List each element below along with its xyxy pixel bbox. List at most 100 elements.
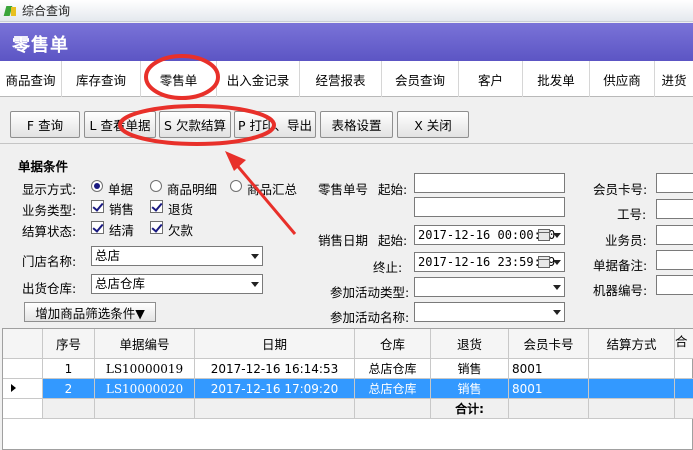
row-indicator bbox=[3, 399, 43, 419]
app-window: 综合查询 零售单 商品查询 库存查询 零售单 出入金记录 经营报表 会员查询 客… bbox=[0, 0, 693, 450]
page-header: 零售单 bbox=[0, 23, 693, 61]
cell-return: 销售 bbox=[431, 379, 509, 399]
current-row-icon bbox=[11, 384, 16, 392]
warehouse-value: 总店仓库 bbox=[95, 276, 146, 291]
chevron-down-icon[interactable] bbox=[553, 233, 561, 238]
doc-no-end-input[interactable] bbox=[414, 197, 565, 217]
tab-retail-order[interactable]: 零售单 bbox=[141, 61, 217, 97]
cell-doc-no: LS10000019 bbox=[95, 359, 195, 379]
close-button[interactable]: X 关闭 bbox=[397, 111, 469, 138]
tab-purchase[interactable]: 进货 bbox=[655, 61, 693, 97]
chevron-down-icon bbox=[251, 254, 259, 259]
cell-seq: 1 bbox=[43, 359, 95, 379]
activity-type-select[interactable] bbox=[414, 277, 565, 297]
col-header-warehouse[interactable]: 仓库 bbox=[355, 329, 431, 359]
store-select[interactable]: 总店 bbox=[91, 246, 263, 266]
calendar-icon[interactable] bbox=[538, 256, 550, 268]
store-label: 门店名称: bbox=[22, 254, 77, 269]
machine-no-input[interactable] bbox=[656, 275, 693, 295]
cell-settle-method bbox=[589, 379, 675, 399]
section-title: 单据条件 bbox=[18, 159, 69, 174]
conditions-panel: 单据条件 显示方式: 单据 商品明细 商品汇总 业务类型: 销售 退货 结算状态… bbox=[0, 145, 693, 325]
total-cell bbox=[675, 399, 693, 419]
col-header-member-card[interactable]: 会员卡号 bbox=[509, 329, 589, 359]
activity-name-select[interactable] bbox=[414, 302, 565, 322]
doc-remark-input[interactable] bbox=[656, 250, 693, 270]
radio-product-detail[interactable] bbox=[150, 180, 162, 192]
col-header-doc-no[interactable]: 单据编号 bbox=[95, 329, 195, 359]
col-header-seq[interactable]: 序号 bbox=[43, 329, 95, 359]
total-cell bbox=[95, 399, 195, 419]
total-cell bbox=[509, 399, 589, 419]
view-document-button[interactable]: L 查看单据 bbox=[84, 111, 156, 138]
checkbox-debt-label: 欠款 bbox=[168, 223, 194, 238]
checkbox-settled[interactable] bbox=[91, 221, 104, 234]
app-logo-icon bbox=[4, 4, 18, 18]
cell-member-card: 8001 bbox=[509, 359, 589, 379]
grid-header-row: 序号 单据编号 日期 仓库 退货 会员卡号 结算方式 合 bbox=[3, 329, 693, 359]
total-cell bbox=[589, 399, 675, 419]
table-row[interactable]: 1 LS10000019 2017-12-16 16:14:53 总店仓库 销售… bbox=[3, 359, 693, 379]
checkbox-sales-label: 销售 bbox=[109, 202, 135, 217]
radio-product-summary[interactable] bbox=[230, 180, 242, 192]
doc-no-start-input[interactable] bbox=[414, 173, 565, 193]
col-header-settle-method[interactable]: 结算方式 bbox=[589, 329, 675, 359]
toolbar: F 查询 L 查看单据 S 欠款结算 P 打印、导出 表格设置 X 关闭 bbox=[0, 108, 693, 144]
tab-customer[interactable]: 客户 bbox=[459, 61, 523, 97]
col-header-date[interactable]: 日期 bbox=[195, 329, 355, 359]
cell-warehouse: 总店仓库 bbox=[355, 379, 431, 399]
row-indicator[interactable] bbox=[3, 359, 43, 379]
sale-date-end-input[interactable]: 2017-12-16 23:59:59 bbox=[414, 252, 565, 272]
radio-document[interactable] bbox=[91, 180, 103, 192]
chevron-down-icon bbox=[553, 285, 561, 290]
col-header-return[interactable]: 退货 bbox=[431, 329, 509, 359]
member-card-input[interactable] bbox=[656, 173, 693, 193]
calendar-icon[interactable] bbox=[538, 229, 550, 241]
tab-cash-records[interactable]: 出入金记录 bbox=[217, 61, 300, 97]
col-header-partial[interactable]: 合 bbox=[675, 329, 693, 359]
member-card-label: 会员卡号: bbox=[593, 182, 648, 197]
staff-no-input[interactable] bbox=[656, 199, 693, 219]
activity-name-label: 参加活动名称: bbox=[330, 310, 410, 325]
checkbox-debt[interactable] bbox=[150, 221, 163, 234]
tab-business-report[interactable]: 经营报表 bbox=[300, 61, 382, 97]
tab-supplier[interactable]: 供应商 bbox=[590, 61, 655, 97]
cell-date: 2017-12-16 17:09:20 bbox=[195, 379, 355, 399]
radio-product-summary-label: 商品汇总 bbox=[247, 182, 298, 197]
query-button[interactable]: F 查询 bbox=[10, 111, 80, 138]
salesman-input[interactable] bbox=[656, 225, 693, 245]
settle-debt-button[interactable]: S 欠款结算 bbox=[159, 111, 231, 138]
add-product-filter-button[interactable]: 增加商品筛选条件▼ bbox=[24, 302, 156, 322]
totals-row: 合计: bbox=[3, 399, 693, 419]
activity-type-label: 参加活动类型: bbox=[330, 285, 410, 300]
chevron-down-icon bbox=[251, 282, 259, 287]
window-title: 综合查询 bbox=[22, 4, 71, 18]
page-title: 零售单 bbox=[12, 35, 69, 56]
warehouse-select[interactable]: 总店仓库 bbox=[91, 274, 263, 294]
chevron-down-icon[interactable] bbox=[553, 260, 561, 265]
cell-warehouse: 总店仓库 bbox=[355, 359, 431, 379]
warehouse-label: 出货仓库: bbox=[22, 281, 77, 296]
sale-date-start-value: 2017-12-16 00:00:00 bbox=[418, 228, 556, 242]
tab-product-query[interactable]: 商品查询 bbox=[0, 61, 62, 97]
sale-date-label: 销售日期 bbox=[318, 233, 369, 248]
checkbox-return[interactable] bbox=[150, 200, 163, 213]
checkbox-sales[interactable] bbox=[91, 200, 104, 213]
checkbox-settled-label: 结清 bbox=[109, 223, 135, 238]
total-cell bbox=[355, 399, 431, 419]
tab-stock-query[interactable]: 库存查询 bbox=[62, 61, 141, 97]
doc-no-start-label: 起始: bbox=[378, 182, 408, 197]
cell-doc-no: LS10000020 bbox=[95, 379, 195, 399]
store-value: 总店 bbox=[95, 248, 121, 263]
tab-member-query[interactable]: 会员查询 bbox=[382, 61, 459, 97]
table-row-selected[interactable]: 2 LS10000020 2017-12-16 17:09:20 总店仓库 销售… bbox=[3, 379, 693, 399]
print-export-button[interactable]: P 打印、导出 bbox=[234, 111, 316, 138]
table-settings-button[interactable]: 表格设置 bbox=[320, 111, 393, 138]
checkbox-return-label: 退货 bbox=[168, 202, 194, 217]
cell-member-card: 8001 bbox=[509, 379, 589, 399]
cell-date: 2017-12-16 16:14:53 bbox=[195, 359, 355, 379]
results-grid: 序号 单据编号 日期 仓库 退货 会员卡号 结算方式 合 1 LS1000001… bbox=[2, 328, 693, 450]
tab-wholesale-order[interactable]: 批发单 bbox=[523, 61, 590, 97]
sale-date-start-input[interactable]: 2017-12-16 00:00:00 bbox=[414, 225, 565, 245]
row-indicator[interactable] bbox=[3, 379, 43, 399]
